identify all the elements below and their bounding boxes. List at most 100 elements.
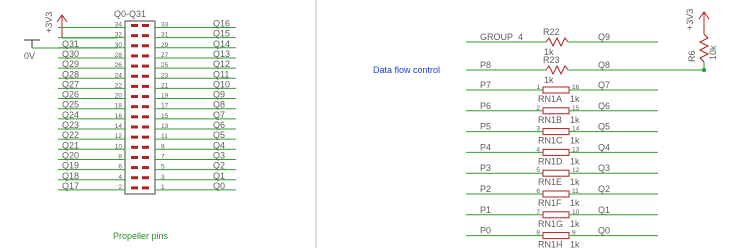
network-left-pin: 6 [536, 188, 540, 195]
network-resistor-name: RN1F [538, 198, 562, 208]
network-resistor-value: 1k [570, 240, 580, 248]
right-pin-number: 7 [161, 153, 165, 160]
left-pin-number: 4 [118, 174, 122, 181]
right-pin-number: 15 [161, 113, 169, 120]
connector-row: Q28 24 23 Q11 [58, 69, 236, 79]
left-pin-number: 22 [115, 82, 123, 89]
network-left-pin: 2 [536, 105, 540, 112]
pin-pad [131, 115, 138, 119]
r23-value: 1k [544, 75, 554, 85]
connector-row: Q20 8 7 Q3 [58, 150, 236, 160]
right-pin-number: 31 [161, 32, 169, 39]
right-net-label: Q7 [213, 110, 225, 120]
right-net-label: Q4 [213, 140, 225, 150]
network-row: P1 7 10 Q1 RN1G 1k [466, 205, 658, 229]
network-right-net: Q1 [598, 205, 610, 215]
left-pin-number: 18 [115, 103, 123, 110]
left-pin-number: 12 [115, 133, 123, 140]
resistor-body [542, 211, 570, 219]
connector-row: 34 33 Q16 [58, 19, 236, 29]
network-left-pin: 8 [536, 230, 540, 237]
network-right-net: Q2 [598, 184, 610, 194]
pin-pad [142, 105, 149, 109]
network-resistor-value: 1k [570, 115, 580, 125]
left-net-label: Q30 [62, 49, 79, 59]
network-row: P4 4 13 Q4 RN1D 1k [466, 142, 658, 166]
pin-pad [142, 54, 149, 58]
resistor-r22: GROUP_4 R22 1k Q9 [466, 27, 658, 57]
schematic-view: +3V3 0V Q0-Q31 34 33 Q16 32 31 Q15 Q31 30 29 Q14 Q… [0, 0, 731, 248]
pin-pad [142, 84, 149, 88]
right-pin-number: 3 [161, 174, 165, 181]
power-label-right: +3V3 [685, 9, 695, 30]
connector-row: Q17 2 1 Q0 [58, 181, 236, 191]
r23-right-net: Q8 [598, 60, 610, 70]
right-net-label: Q15 [213, 29, 230, 39]
pullup-value: 10k [708, 45, 718, 60]
resistor-body [542, 169, 570, 177]
resistor-body [542, 128, 570, 136]
pin-pad [131, 24, 138, 27]
network-left-net: P4 [480, 142, 491, 152]
pin-pad [142, 135, 149, 139]
right-net-label: Q13 [213, 49, 230, 59]
left-net-label: Q17 [62, 181, 79, 191]
pin-pad [131, 74, 138, 78]
pin-pad [131, 125, 138, 129]
right-net-label: Q3 [213, 150, 225, 160]
right-pin-number: 11 [161, 133, 168, 140]
left-net-label: Q27 [62, 79, 79, 89]
network-right-pin: 16 [572, 84, 580, 91]
pin-pad [131, 34, 138, 38]
network-resistor-name: RN1E [538, 177, 562, 187]
pin-pad [142, 24, 149, 27]
right-net-label: Q14 [213, 39, 230, 49]
left-pin-number: 16 [115, 113, 123, 120]
left-pin-number: 30 [115, 42, 123, 49]
network-left-net: P0 [480, 226, 491, 236]
network-right-pin: 15 [572, 105, 580, 112]
data-flow-label: Data flow control [373, 65, 440, 75]
network-left-net: P3 [480, 163, 491, 173]
pin-pad [142, 166, 149, 170]
right-pin-number: 23 [161, 72, 169, 79]
pin-pad [131, 95, 138, 99]
left-pin-number: 32 [115, 32, 123, 39]
resistor-body [542, 148, 570, 156]
network-resistor-name: RN1D [538, 156, 563, 166]
pin-pad [131, 155, 138, 159]
right-pin-number: 21 [161, 82, 169, 89]
network-left-pin: 5 [536, 167, 540, 174]
network-right-net: Q6 [598, 101, 610, 111]
power-symbol-left: +3V3 [44, 12, 117, 39]
network-left-net: P7 [480, 80, 491, 90]
pin-pad [142, 145, 149, 149]
resistor-body [542, 86, 570, 94]
left-net-label: Q20 [62, 150, 79, 160]
resistor-body [542, 190, 570, 198]
right-net-label: Q9 [213, 90, 225, 100]
network-left-net: P5 [480, 122, 491, 132]
pin-pad [131, 145, 138, 149]
resistor-body [542, 107, 570, 115]
r22-right-net: Q9 [598, 32, 610, 42]
network-left-pin: 1 [536, 84, 540, 91]
connector-row: Q27 22 21 Q10 [58, 79, 236, 89]
r22-name: R22 [543, 27, 560, 37]
left-pin-number: 26 [115, 62, 123, 69]
connector-row: Q26 20 19 Q9 [58, 90, 236, 100]
network-resistor-name: RN1B [538, 115, 562, 125]
pin-pad [131, 135, 138, 139]
pin-pad [142, 125, 149, 129]
left-pin-number: 2 [118, 184, 122, 191]
network-right-pin: 13 [572, 146, 580, 153]
pin-pad [131, 54, 138, 58]
network-row: P6 2 15 Q6 RN1B 1k [466, 101, 658, 125]
pin-pad [142, 34, 149, 38]
network-right-net: Q7 [598, 80, 610, 90]
right-pin-number: 1 [161, 184, 165, 191]
left-pin-number: 28 [115, 52, 123, 59]
pin-pad [131, 166, 138, 170]
network-right-net: Q3 [598, 163, 610, 173]
left-pin-number: 24 [115, 72, 123, 79]
